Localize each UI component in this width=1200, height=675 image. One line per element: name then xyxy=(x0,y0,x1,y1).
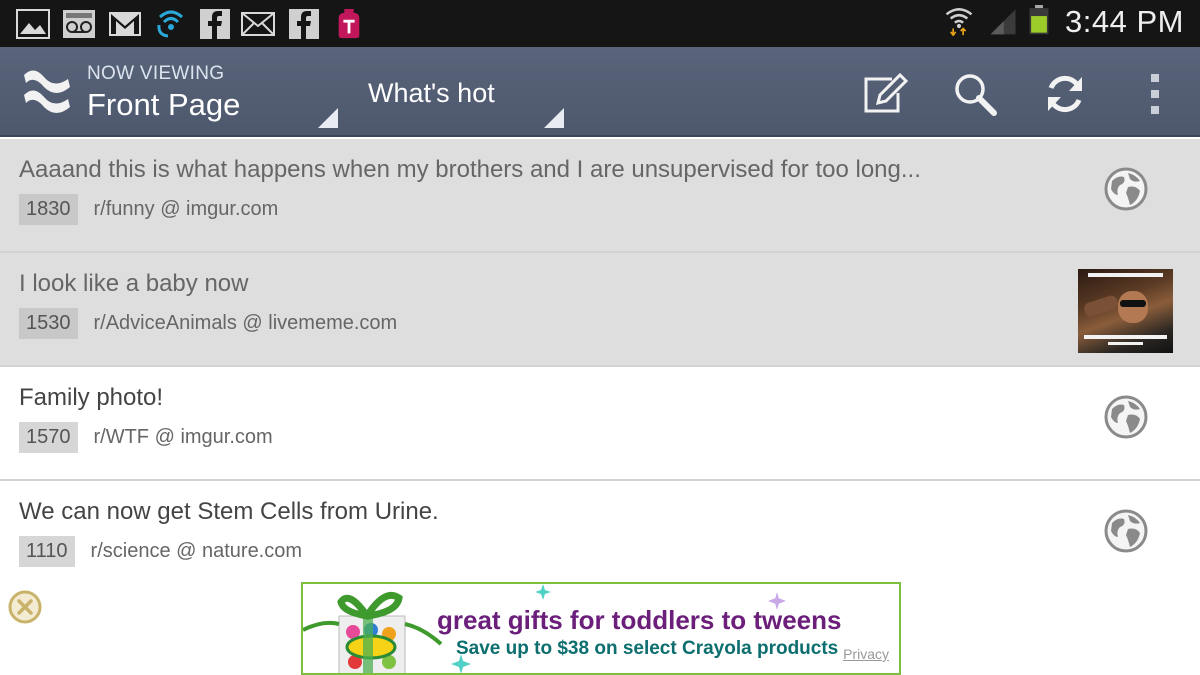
compose-icon[interactable] xyxy=(862,71,908,117)
voicemail-icon xyxy=(63,10,95,38)
meme-caption-bottom xyxy=(1108,342,1143,345)
app-logo-icon[interactable] xyxy=(20,65,74,117)
ad-privacy-link[interactable]: Privacy xyxy=(843,646,889,662)
meme-caption-top xyxy=(1088,273,1163,277)
refresh-icon[interactable] xyxy=(1042,71,1088,117)
thumbnail-sunglasses xyxy=(1120,300,1146,307)
gallery-icon xyxy=(16,9,50,39)
facebook-icon xyxy=(200,9,230,39)
battery-icon xyxy=(1029,5,1049,35)
crayola-gift-icon xyxy=(303,591,443,673)
list-item[interactable]: We can now get Stem Cells from Urine. 11… xyxy=(0,481,1200,595)
list-item[interactable]: Family photo! 1570 r/WTF @ imgur.com xyxy=(0,367,1200,481)
ad-banner[interactable]: great gifts for toddlers to tweens Save … xyxy=(301,582,901,675)
action-bar: NOW VIEWING Front Page What's hot xyxy=(0,47,1200,137)
status-bar: 3:44 PM xyxy=(0,0,1200,47)
thumbnail-figure xyxy=(1082,294,1120,318)
search-icon[interactable] xyxy=(952,71,998,117)
score-badge: 1530 xyxy=(19,308,78,339)
wifi-icon xyxy=(945,8,973,36)
globe-icon[interactable] xyxy=(1104,395,1148,439)
post-meta: 1570 r/WTF @ imgur.com xyxy=(19,422,273,453)
score-badge: 1830 xyxy=(19,194,78,225)
thumbnail-face xyxy=(1118,291,1148,323)
post-list: Aaaand this is what happens when my brot… xyxy=(0,139,1200,595)
score-badge: 1110 xyxy=(19,536,75,567)
post-meta: 1110 r/science @ nature.com xyxy=(19,536,302,567)
globe-icon[interactable] xyxy=(1104,167,1148,211)
subreddit-spinner-arrow-icon[interactable] xyxy=(318,108,338,128)
sort-spinner-arrow-icon[interactable] xyxy=(544,108,564,128)
post-title[interactable]: Family photo! xyxy=(19,384,163,412)
post-meta: 1530 r/AdviceAnimals @ livememe.com xyxy=(19,308,397,339)
meme-caption-bottom xyxy=(1084,335,1167,339)
signal-icon xyxy=(990,9,1016,35)
meme-thumbnail[interactable] xyxy=(1078,269,1173,353)
globe-icon[interactable] xyxy=(1104,509,1148,553)
list-item[interactable]: Aaaand this is what happens when my brot… xyxy=(0,139,1200,253)
sort-spinner[interactable]: What's hot xyxy=(368,78,495,109)
score-badge: 1570 xyxy=(19,422,78,453)
facebook-icon xyxy=(289,9,319,39)
page-title[interactable]: Front Page xyxy=(87,87,240,123)
sparkle-icon xyxy=(535,584,551,600)
overflow-menu-icon[interactable] xyxy=(1132,71,1178,117)
sync-icon xyxy=(157,10,184,38)
gmail-icon xyxy=(109,12,141,36)
post-title[interactable]: We can now get Stem Cells from Urine. xyxy=(19,498,439,526)
post-source: r/science @ nature.com xyxy=(90,540,303,562)
clock: 3:44 PM xyxy=(1065,4,1184,39)
ad-headline: great gifts for toddlers to tweens xyxy=(437,605,842,635)
post-source: r/AdviceAnimals @ livememe.com xyxy=(93,312,398,334)
post-title[interactable]: I look like a baby now xyxy=(19,270,248,298)
post-source: r/funny @ imgur.com xyxy=(93,198,279,220)
ad-close-icon[interactable] xyxy=(7,589,43,625)
post-title[interactable]: Aaaand this is what happens when my brot… xyxy=(19,156,921,184)
post-meta: 1830 r/funny @ imgur.com xyxy=(19,194,278,225)
ad-subline: Save up to $38 on select Crayola product… xyxy=(456,638,839,659)
email-icon xyxy=(241,12,275,36)
now-viewing-label: NOW VIEWING xyxy=(87,63,225,84)
list-item[interactable]: I look like a baby now 1530 r/AdviceAnim… xyxy=(0,253,1200,367)
tmobile-icon xyxy=(338,9,360,39)
post-source: r/WTF @ imgur.com xyxy=(93,426,273,448)
